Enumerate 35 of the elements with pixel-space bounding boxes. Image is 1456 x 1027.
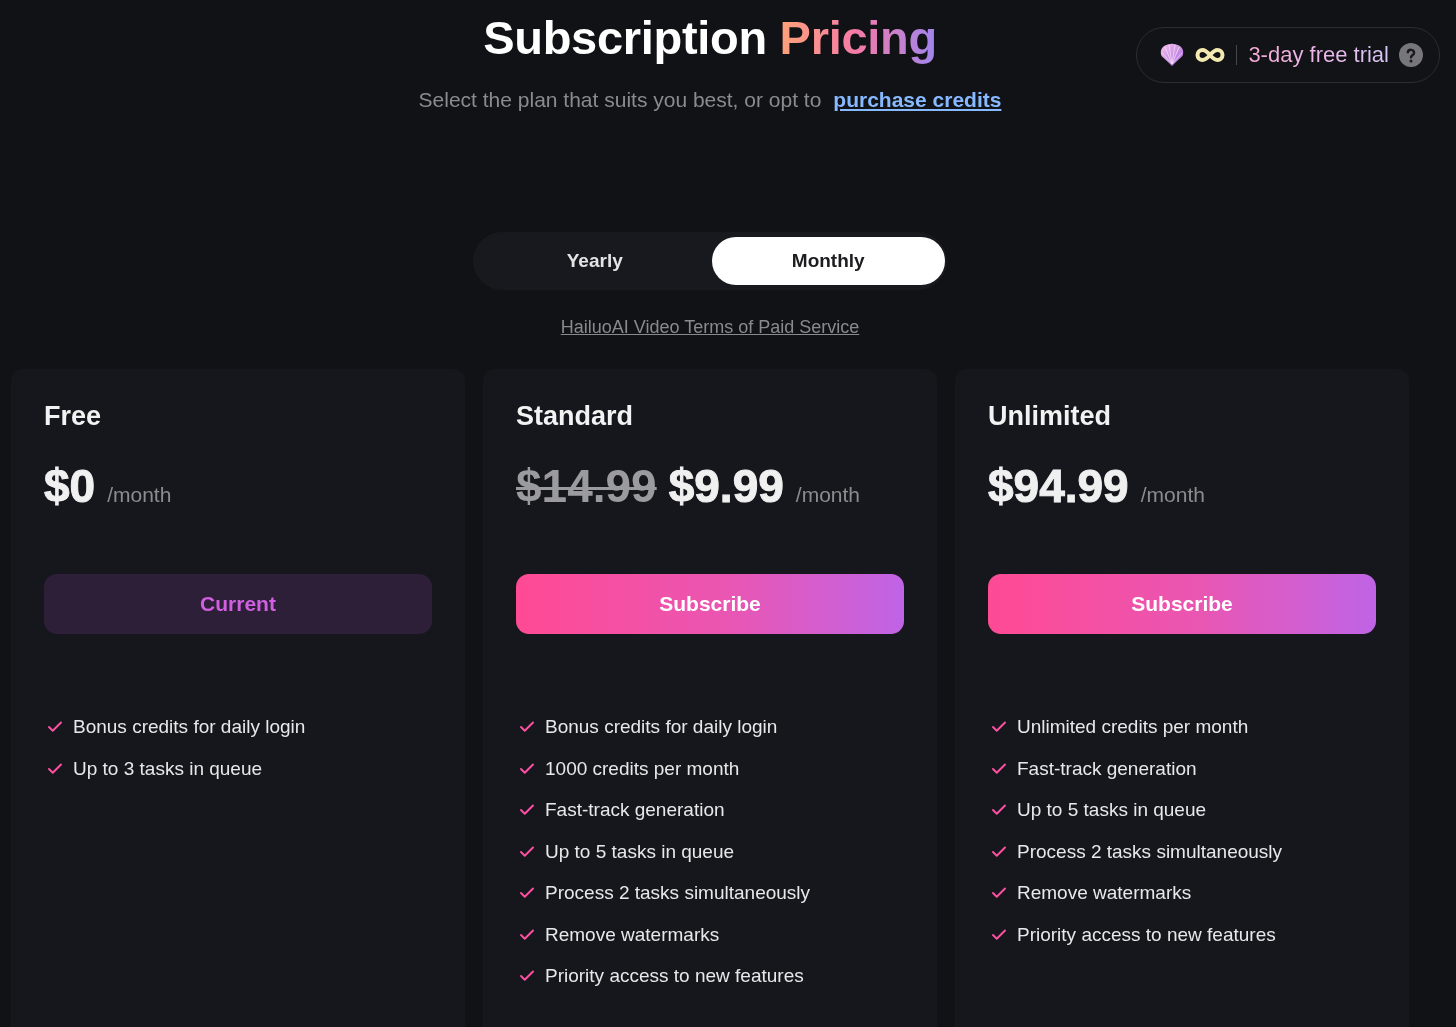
feature-text: 1000 credits per month: [545, 756, 740, 781]
plan-price: $0: [44, 459, 96, 514]
billing-tab[interactable]: Yearly: [478, 237, 712, 285]
plan-price: $9.99: [668, 459, 784, 514]
feature-text: Up to 5 tasks in queue: [1017, 798, 1207, 822]
original-price: $14.99: [516, 459, 657, 514]
feature-text: Process 2 tasks simultaneously: [545, 881, 811, 905]
feature-text: Priority access to new features: [545, 964, 804, 988]
plan-price: $94.99: [988, 459, 1129, 514]
page-title: Subscription Pricing: [483, 10, 937, 66]
feature-text: Fast-track generation: [545, 798, 725, 822]
billing-tab[interactable]: Monthly: [711, 237, 945, 285]
price-period: /month: [795, 483, 861, 507]
price-period: /month: [107, 483, 172, 507]
trial-badge[interactable]: 3-day free trial: [1136, 27, 1440, 83]
feature-text: Bonus credits for daily login: [545, 715, 778, 739]
feature-text: Up to 5 tasks in queue: [545, 839, 735, 864]
feature-text: Priority access to new features: [1017, 922, 1276, 947]
feature-text: Up to 3 tasks in queue: [73, 756, 263, 781]
plan-name: Unlimited: [988, 400, 1111, 433]
plan-name: Standard: [516, 400, 634, 433]
feature-text: Process 2 tasks simultaneously: [1017, 839, 1283, 864]
current-plan-button[interactable]: Current: [44, 574, 432, 634]
plan-name: Free: [44, 400, 102, 433]
feature-text: Bonus credits for daily login: [73, 715, 306, 739]
terms-link[interactable]: HailuoAI Video Terms of Paid Service: [560, 315, 860, 339]
feature-text: Unlimited credits per month: [1017, 715, 1249, 739]
feature-text: Remove watermarks: [1017, 881, 1192, 905]
price-period: /month: [1140, 483, 1205, 507]
help-icon[interactable]: [1399, 43, 1423, 67]
feature-text: Fast-track generation: [1017, 756, 1197, 781]
purchase-credits-link[interactable]: purchase credits: [833, 88, 1002, 111]
feature-text: Remove watermarks: [545, 922, 720, 947]
page-subtitle: Select the plan that suits you best, or opt to purchase credits: [418, 87, 1002, 113]
seashell-icon: [1159, 43, 1186, 67]
